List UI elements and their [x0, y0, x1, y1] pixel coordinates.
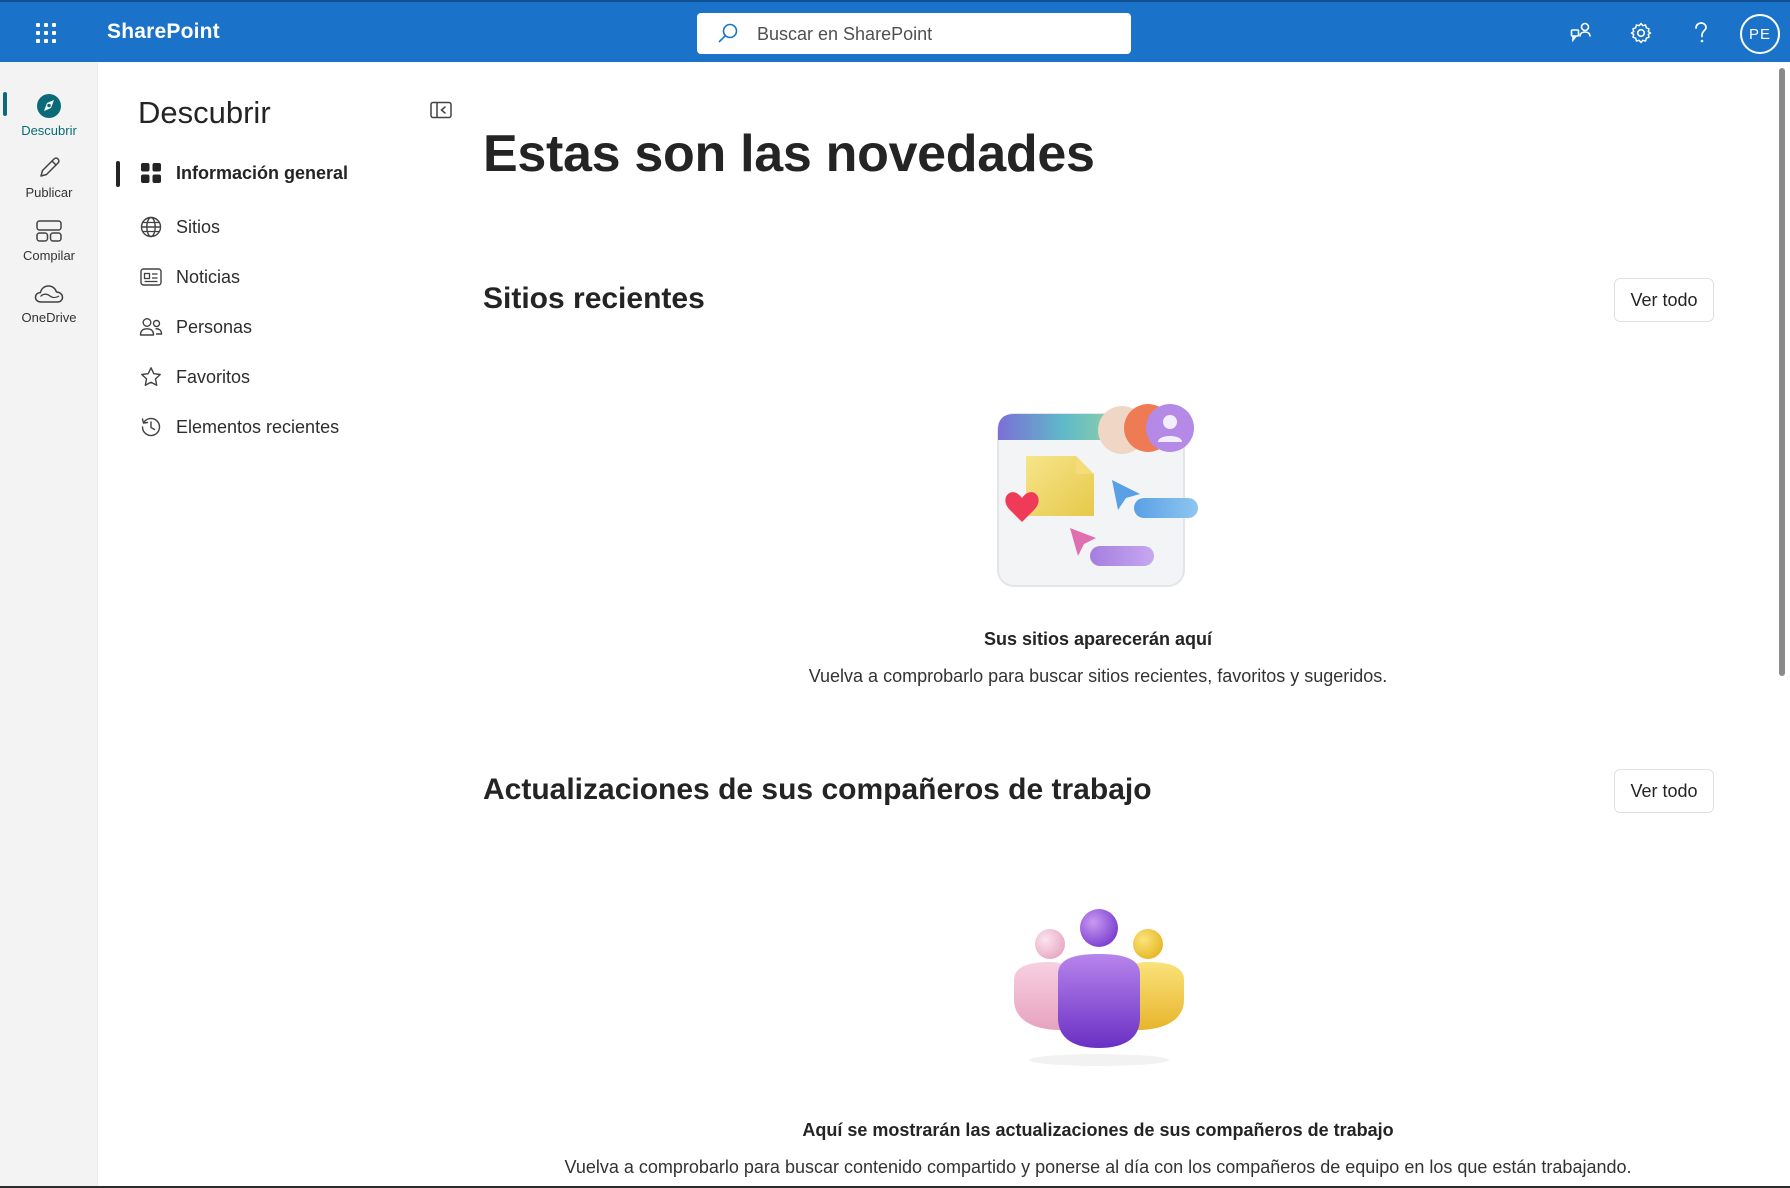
sites-empty-title: Sus sitios aparecerán aquí [983, 629, 1213, 649]
discover-icon [37, 94, 61, 118]
rail-label: Descubrir [21, 123, 77, 138]
nav-item-label: Favoritos [176, 366, 251, 387]
search-icon [718, 23, 738, 43]
subnav-title: Descubrir [138, 95, 271, 130]
collapse-nav-button[interactable] [428, 98, 454, 122]
user-avatar[interactable]: PE [1740, 14, 1780, 54]
nav-item-label: Información general [176, 162, 349, 183]
search-box[interactable] [697, 13, 1131, 54]
nav-item-personas[interactable]: Personas [114, 305, 444, 349]
globe-icon [140, 216, 162, 238]
rail-item-compilar[interactable]: Compilar [0, 215, 98, 273]
see-all-updates-button[interactable]: Ver todo [1614, 769, 1714, 813]
section-title-sitios-recientes: Sitios recientes [483, 282, 705, 315]
sites-empty-description: Vuelva a comprobarlo para buscar sitios … [808, 666, 1388, 686]
page-title: Estas son las novedades [483, 125, 1095, 183]
nav-item-label: Personas [176, 316, 253, 337]
nav-item-label: Sitios [176, 216, 221, 237]
nav-item-label: Noticias [176, 266, 241, 287]
people-icon [139, 318, 163, 336]
nav-item-label: Elementos recientes [176, 416, 340, 437]
onedrive-cloud-icon [34, 285, 64, 303]
nav-item-sitios[interactable]: Sitios [114, 205, 444, 249]
grid-icon [141, 163, 161, 183]
updates-empty-title: Aquí se mostrarán las actualizaciones de… [802, 1120, 1394, 1140]
history-icon [141, 417, 161, 437]
collapse-pane-icon [430, 101, 452, 119]
waffle-icon [36, 23, 56, 43]
help-button[interactable] [1684, 16, 1718, 50]
help-icon [1695, 22, 1707, 43]
nav-item-informacion-general[interactable]: Información general [114, 151, 444, 195]
app-launcher-button[interactable] [22, 15, 70, 51]
scrollbar-thumb[interactable] [1779, 68, 1785, 676]
share-feedback-button[interactable] [1564, 16, 1598, 50]
updates-empty-description: Vuelva a comprobarlo para buscar conteni… [564, 1157, 1632, 1177]
nav-item-favoritos[interactable]: Favoritos [114, 355, 444, 399]
suite-header: SharePoint PE [0, 0, 1790, 62]
build-layout-icon [36, 220, 62, 242]
rail-item-publicar[interactable]: Publicar [0, 152, 98, 210]
gear-icon [1630, 22, 1652, 44]
rail-item-descubrir[interactable]: Descubrir [0, 90, 98, 148]
coworkers-illustration [1014, 909, 1184, 1066]
star-icon [141, 367, 161, 386]
see-all-sites-button[interactable]: Ver todo [1614, 278, 1714, 322]
app-rail: Descubrir Publicar Compilar OneDrive [0, 62, 98, 1188]
nav-item-noticias[interactable]: Noticias [114, 255, 444, 299]
settings-button[interactable] [1624, 16, 1658, 50]
nav-item-elementos-recientes[interactable]: Elementos recientes [114, 405, 444, 449]
section-title-actualizaciones: Actualizaciones de sus compañeros de tra… [483, 773, 1152, 806]
rail-label: Compilar [22, 248, 75, 263]
rail-item-onedrive[interactable]: OneDrive [0, 277, 98, 335]
app-brand[interactable]: SharePoint [107, 20, 220, 44]
pencil-icon [40, 157, 60, 177]
rail-label: OneDrive [21, 310, 77, 325]
rail-label: Publicar [25, 185, 73, 200]
feedback-icon [1570, 22, 1591, 43]
sites-illustration [997, 404, 1198, 587]
news-icon [140, 268, 162, 286]
search-input[interactable] [757, 21, 1117, 47]
